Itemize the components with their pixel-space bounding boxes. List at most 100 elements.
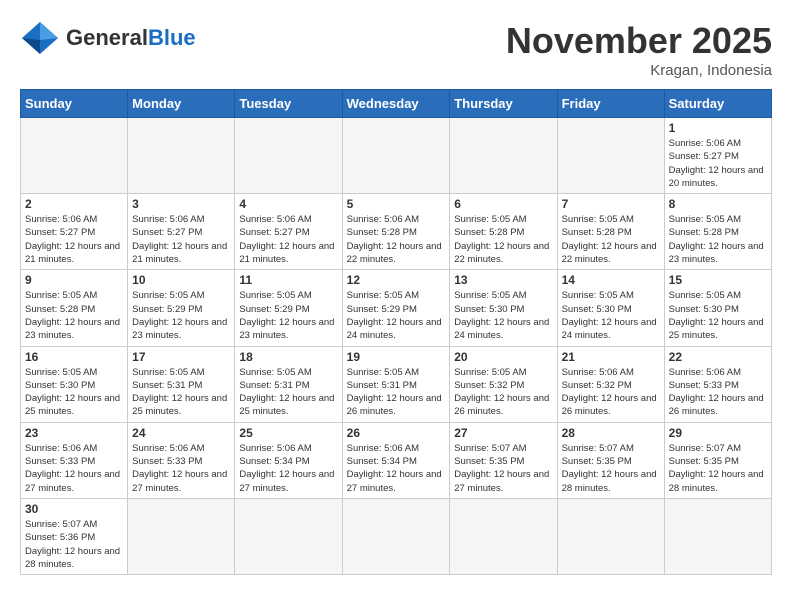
- day-number: 24: [132, 426, 230, 440]
- day-number: 16: [25, 350, 123, 364]
- day-number: 15: [669, 273, 767, 287]
- calendar-cell: [235, 498, 342, 574]
- day-number: 8: [669, 197, 767, 211]
- calendar-cell: [664, 498, 771, 574]
- day-info: Sunrise: 5:07 AM Sunset: 5:35 PM Dayligh…: [669, 442, 767, 495]
- day-info: Sunrise: 5:06 AM Sunset: 5:34 PM Dayligh…: [239, 442, 337, 495]
- calendar-cell: [450, 118, 557, 194]
- day-number: 28: [562, 426, 660, 440]
- day-info: Sunrise: 5:07 AM Sunset: 5:36 PM Dayligh…: [25, 518, 123, 571]
- day-info: Sunrise: 5:05 AM Sunset: 5:28 PM Dayligh…: [454, 213, 552, 266]
- calendar-cell: 18 Sunrise: 5:05 AM Sunset: 5:31 PM Dayli…: [235, 346, 342, 422]
- calendar-cell: [557, 118, 664, 194]
- calendar-cell: 24 Sunrise: 5:06 AM Sunset: 5:33 PM Dayli…: [128, 422, 235, 498]
- calendar-cell: 1 Sunrise: 5:06 AM Sunset: 5:27 PM Daylig…: [664, 118, 771, 194]
- day-number: 30: [25, 502, 123, 516]
- calendar-cell: 21Sunrise: 5:06 AM Sunset: 5:32 PM Dayli…: [557, 346, 664, 422]
- day-info: Sunrise: 5:05 AM Sunset: 5:30 PM Dayligh…: [25, 366, 123, 419]
- day-info: Sunrise: 5:06 AM Sunset: 5:27 PM Dayligh…: [239, 213, 337, 266]
- day-info: Sunrise: 5:05 AM Sunset: 5:32 PM Dayligh…: [454, 366, 552, 419]
- day-number: 18: [239, 350, 337, 364]
- col-friday: Friday: [557, 90, 664, 118]
- day-number: 2: [25, 197, 123, 211]
- day-number: 26: [347, 426, 446, 440]
- page-header: GeneralBlue November 2025 Kragan, Indone…: [20, 20, 772, 79]
- calendar-cell: [342, 118, 450, 194]
- calendar-cell: [557, 498, 664, 574]
- calendar-cell: 2 Sunrise: 5:06 AM Sunset: 5:27 PM Daylig…: [21, 194, 128, 270]
- title-block: November 2025 Kragan, Indonesia: [506, 20, 772, 79]
- calendar-cell: 20 Sunrise: 5:05 AM Sunset: 5:32 PM Dayli…: [450, 346, 557, 422]
- day-info: Sunrise: 5:05 AM Sunset: 5:28 PM Dayligh…: [25, 289, 123, 342]
- day-info: Sunrise: 5:06 AM Sunset: 5:28 PM Dayligh…: [347, 213, 446, 266]
- col-tuesday: Tuesday: [235, 90, 342, 118]
- calendar-cell: 28 Sunrise: 5:07 AM Sunset: 5:35 PM Dayli…: [557, 422, 664, 498]
- calendar-cell: 30 Sunrise: 5:07 AM Sunset: 5:36 PM Dayli…: [21, 498, 128, 574]
- calendar-cell: 15 Sunrise: 5:05 AM Sunset: 5:30 PM Dayli…: [664, 270, 771, 346]
- calendar-cell: [128, 498, 235, 574]
- day-info: Sunrise: 5:07 AM Sunset: 5:35 PM Dayligh…: [562, 442, 660, 495]
- day-number: 12: [347, 273, 446, 287]
- calendar-cell: 3 Sunrise: 5:06 AM Sunset: 5:27 PM Daylig…: [128, 194, 235, 270]
- day-info: Sunrise: 5:05 AM Sunset: 5:29 PM Dayligh…: [347, 289, 446, 342]
- day-info: Sunrise: 5:05 AM Sunset: 5:31 PM Dayligh…: [239, 366, 337, 419]
- day-info: Sunrise: 5:06 AM Sunset: 5:27 PM Dayligh…: [25, 213, 123, 266]
- calendar-cell: [450, 498, 557, 574]
- day-number: 27: [454, 426, 552, 440]
- calendar-cell: [128, 118, 235, 194]
- calendar-cell: 14 Sunrise: 5:05 AM Sunset: 5:30 PM Dayli…: [557, 270, 664, 346]
- day-number: 1: [669, 121, 767, 135]
- calendar-cell: [235, 118, 342, 194]
- calendar-cell: [342, 498, 450, 574]
- col-monday: Monday: [128, 90, 235, 118]
- calendar-cell: 27 Sunrise: 5:07 AM Sunset: 5:35 PM Dayli…: [450, 422, 557, 498]
- day-number: 6: [454, 197, 552, 211]
- calendar-cell: 9Sunrise: 5:05 AM Sunset: 5:28 PM Daylig…: [21, 270, 128, 346]
- day-info: Sunrise: 5:05 AM Sunset: 5:28 PM Dayligh…: [562, 213, 660, 266]
- day-number: 5: [347, 197, 446, 211]
- calendar-cell: 10 Sunrise: 5:05 AM Sunset: 5:29 PM Dayli…: [128, 270, 235, 346]
- day-number: 10: [132, 273, 230, 287]
- day-number: 13: [454, 273, 552, 287]
- calendar-cell: [21, 118, 128, 194]
- day-info: Sunrise: 5:05 AM Sunset: 5:30 PM Dayligh…: [454, 289, 552, 342]
- calendar-table: Sunday Monday Tuesday Wednesday Thursday…: [20, 89, 772, 575]
- day-number: 3: [132, 197, 230, 211]
- day-number: 11: [239, 273, 337, 287]
- day-info: Sunrise: 5:06 AM Sunset: 5:34 PM Dayligh…: [347, 442, 446, 495]
- logo-icon: [20, 20, 60, 56]
- col-sunday: Sunday: [21, 90, 128, 118]
- calendar-cell: 12 Sunrise: 5:05 AM Sunset: 5:29 PM Dayli…: [342, 270, 450, 346]
- day-info: Sunrise: 5:06 AM Sunset: 5:33 PM Dayligh…: [132, 442, 230, 495]
- calendar-cell: 22Sunrise: 5:06 AM Sunset: 5:33 PM Dayli…: [664, 346, 771, 422]
- logo: GeneralBlue: [20, 20, 196, 56]
- day-number: 21: [562, 350, 660, 364]
- day-number: 7: [562, 197, 660, 211]
- day-info: Sunrise: 5:05 AM Sunset: 5:29 PM Dayligh…: [132, 289, 230, 342]
- day-number: 23: [25, 426, 123, 440]
- col-wednesday: Wednesday: [342, 90, 450, 118]
- day-info: Sunrise: 5:06 AM Sunset: 5:27 PM Dayligh…: [669, 137, 767, 190]
- day-number: 20: [454, 350, 552, 364]
- month-title: November 2025: [506, 20, 772, 62]
- calendar-cell: 13 Sunrise: 5:05 AM Sunset: 5:30 PM Dayli…: [450, 270, 557, 346]
- day-info: Sunrise: 5:05 AM Sunset: 5:31 PM Dayligh…: [347, 366, 446, 419]
- day-info: Sunrise: 5:06 AM Sunset: 5:27 PM Dayligh…: [132, 213, 230, 266]
- calendar-cell: 16 Sunrise: 5:05 AM Sunset: 5:30 PM Dayli…: [21, 346, 128, 422]
- day-number: 29: [669, 426, 767, 440]
- logo-text: GeneralBlue: [66, 27, 196, 49]
- day-info: Sunrise: 5:05 AM Sunset: 5:31 PM Dayligh…: [132, 366, 230, 419]
- day-number: 14: [562, 273, 660, 287]
- day-number: 25: [239, 426, 337, 440]
- day-info: Sunrise: 5:07 AM Sunset: 5:35 PM Dayligh…: [454, 442, 552, 495]
- day-info: Sunrise: 5:05 AM Sunset: 5:30 PM Dayligh…: [562, 289, 660, 342]
- calendar-cell: 23Sunrise: 5:06 AM Sunset: 5:33 PM Dayli…: [21, 422, 128, 498]
- calendar-cell: 7 Sunrise: 5:05 AM Sunset: 5:28 PM Daylig…: [557, 194, 664, 270]
- day-info: Sunrise: 5:05 AM Sunset: 5:30 PM Dayligh…: [669, 289, 767, 342]
- day-info: Sunrise: 5:05 AM Sunset: 5:29 PM Dayligh…: [239, 289, 337, 342]
- calendar-cell: 26 Sunrise: 5:06 AM Sunset: 5:34 PM Dayli…: [342, 422, 450, 498]
- day-info: Sunrise: 5:05 AM Sunset: 5:28 PM Dayligh…: [669, 213, 767, 266]
- calendar-cell: 6 Sunrise: 5:05 AM Sunset: 5:28 PM Daylig…: [450, 194, 557, 270]
- calendar-cell: 19Sunrise: 5:05 AM Sunset: 5:31 PM Dayli…: [342, 346, 450, 422]
- calendar-cell: 17Sunrise: 5:05 AM Sunset: 5:31 PM Dayli…: [128, 346, 235, 422]
